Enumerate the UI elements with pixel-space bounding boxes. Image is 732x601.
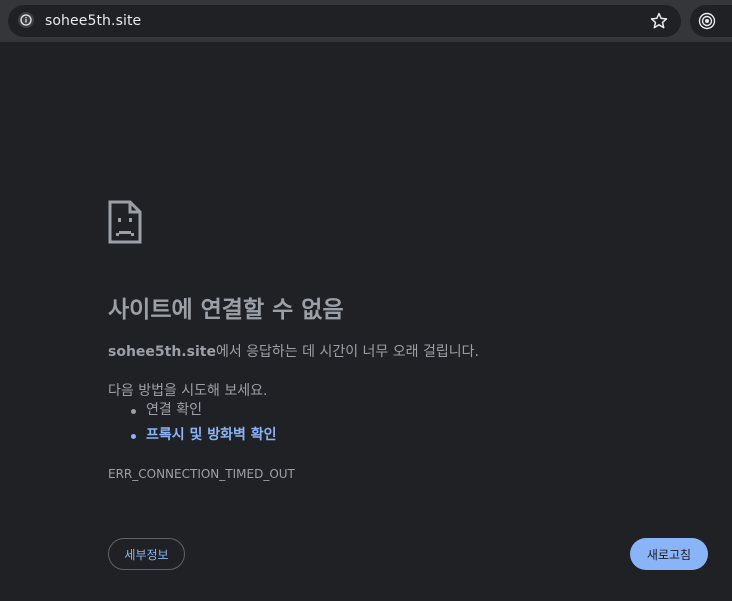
error-summary: sohee5th.site에서 응답하는 데 시간이 너무 오래 걸립니다. — [108, 341, 479, 361]
url-text[interactable]: sohee5th.site — [45, 13, 141, 29]
address-bar[interactable]: sohee5th.site — [8, 5, 681, 37]
suggestion-check-proxy-firewall-link[interactable]: 프록시 및 방화벽 확인 — [131, 423, 277, 448]
info-icon[interactable] — [18, 12, 34, 28]
summary-text: 에서 응답하는 데 시간이 너무 오래 걸립니다. — [215, 344, 479, 360]
error-code: ERR_CONNECTION_TIMED_OUT — [108, 467, 295, 481]
reload-button[interactable]: 새로고침 — [630, 538, 708, 570]
target-icon — [698, 12, 716, 30]
suggestions-intro: 다음 방법을 시도해 보세요. — [108, 383, 268, 399]
error-title: 사이트에 연결할 수 없음 — [108, 297, 344, 323]
suggestions-list: 연결 확인 프록시 및 방화벽 확인 — [108, 398, 277, 448]
suggestion-check-connection: 연결 확인 — [131, 398, 277, 423]
extension-button[interactable] — [690, 5, 732, 37]
host-name: sohee5th.site — [108, 344, 216, 360]
browser-toolbar: sohee5th.site — [0, 0, 732, 42]
star-icon[interactable] — [649, 11, 669, 31]
details-button[interactable]: 세부정보 — [108, 538, 185, 570]
sad-page-icon — [108, 200, 142, 244]
